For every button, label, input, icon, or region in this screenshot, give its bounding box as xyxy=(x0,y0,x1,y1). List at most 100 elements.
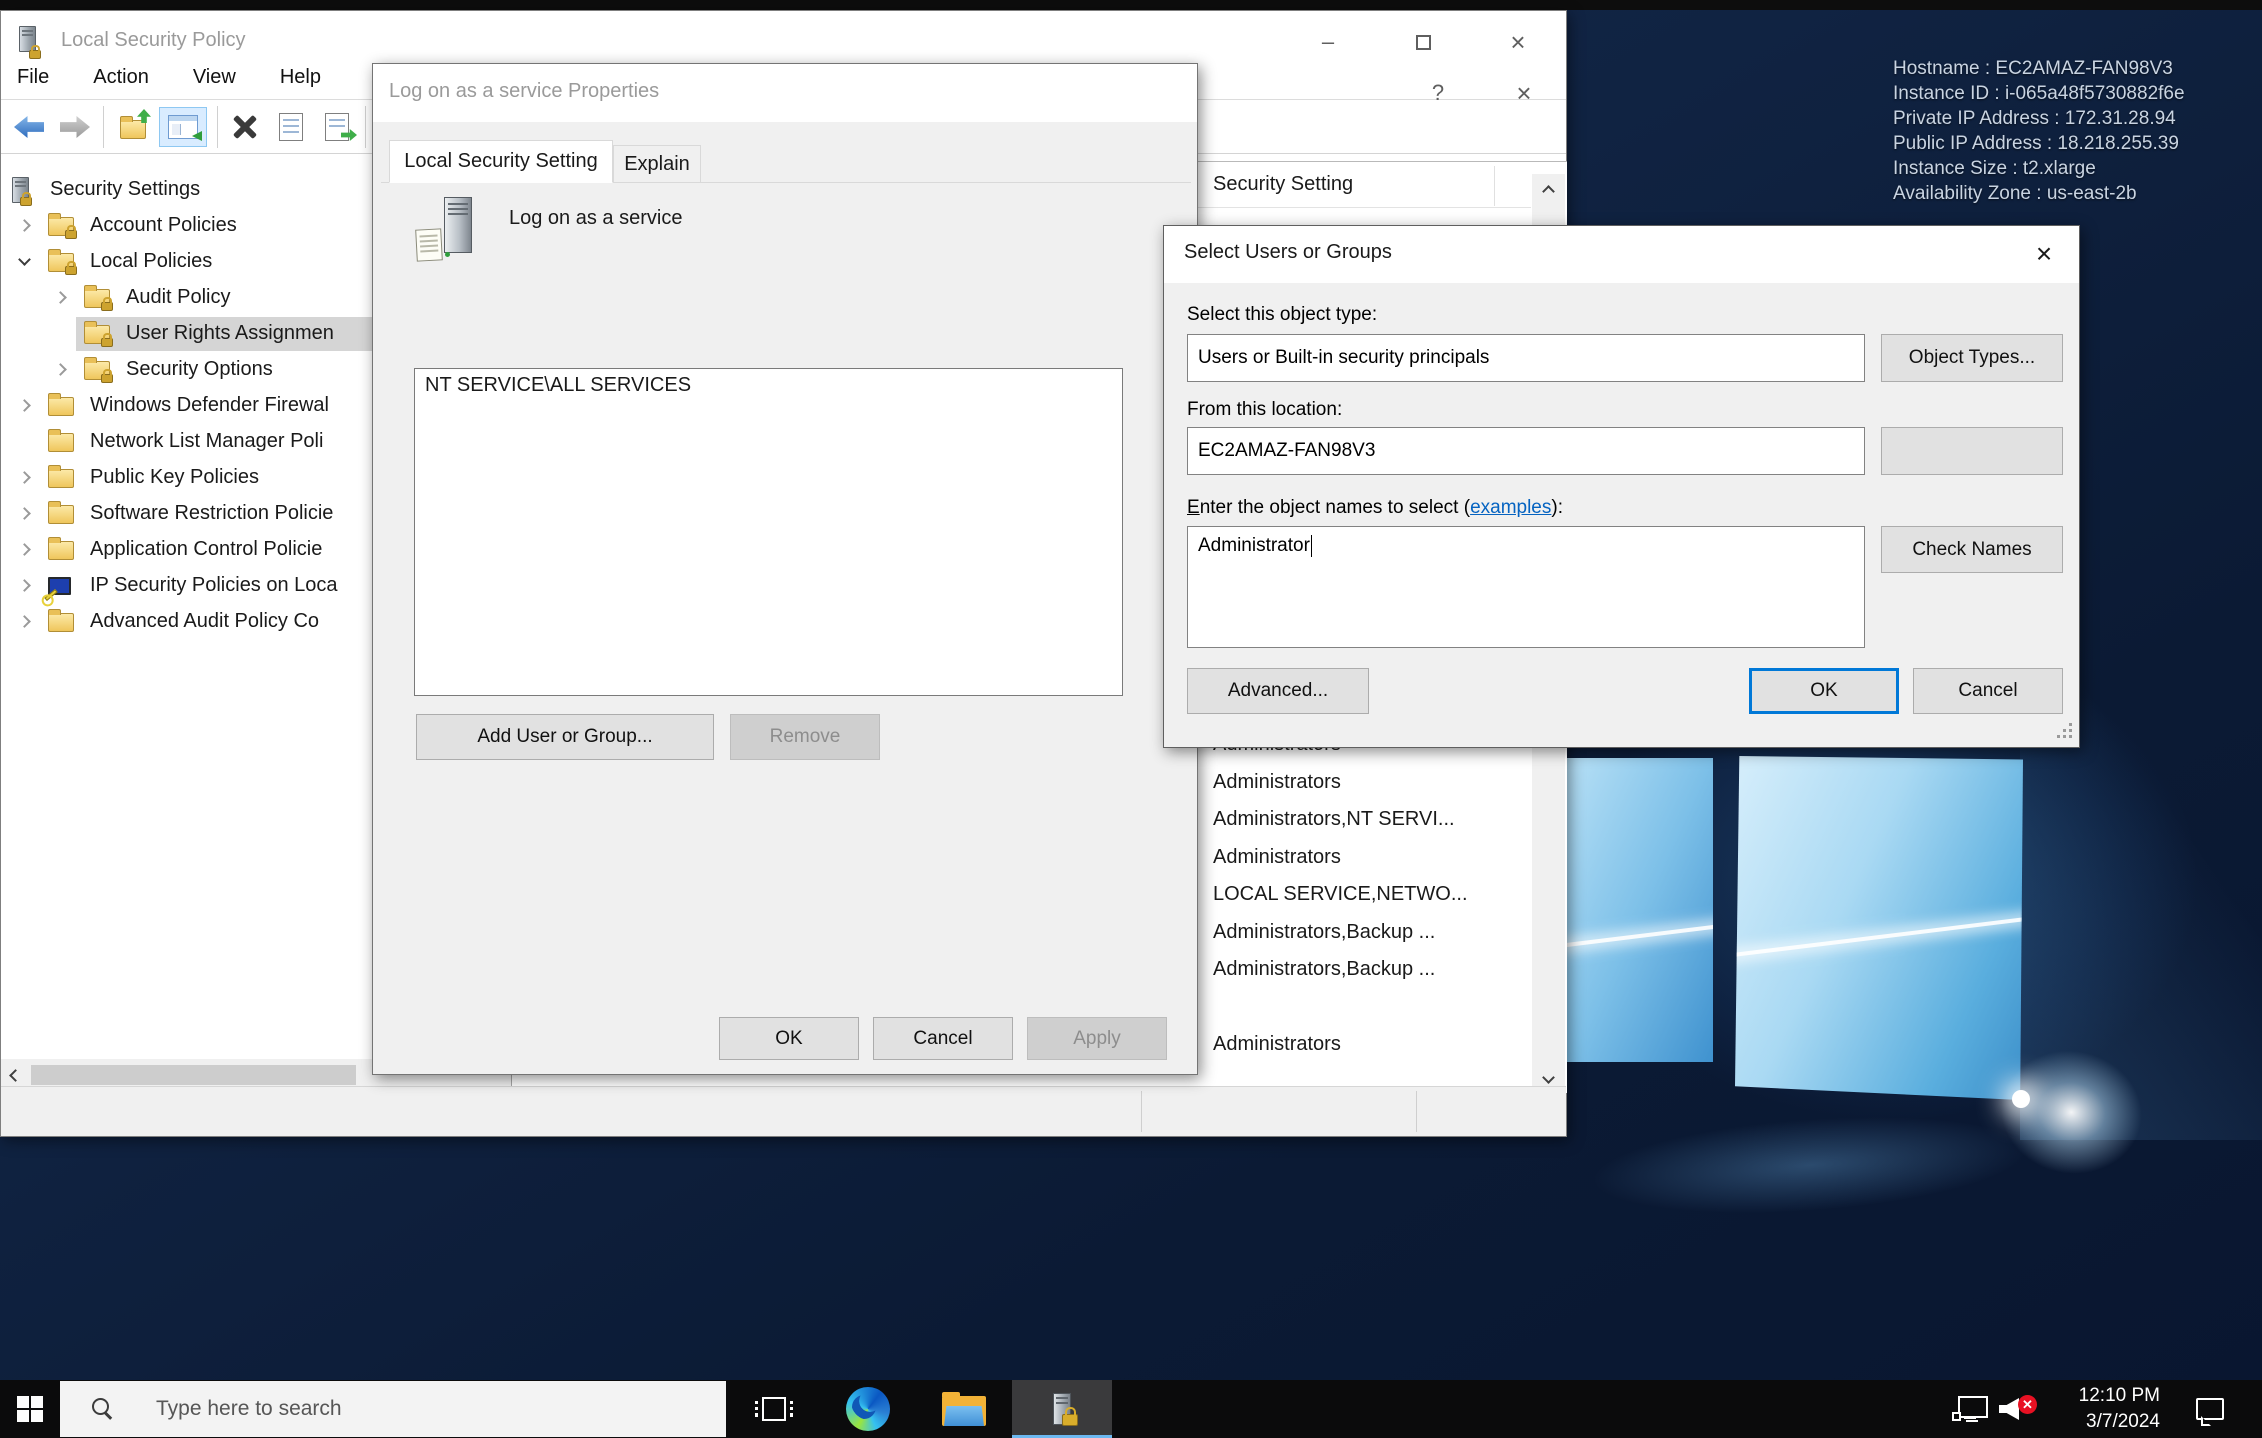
back-arrow-icon xyxy=(14,116,44,138)
clock-time: 12:10 PM xyxy=(2040,1383,2160,1409)
security-policy-icon xyxy=(1053,1393,1071,1425)
taskbar-search-input[interactable]: Type here to search xyxy=(60,1381,726,1437)
close-button[interactable]: × xyxy=(2019,236,2069,272)
scroll-up-button[interactable] xyxy=(1532,174,1565,208)
member-item[interactable]: NT SERVICE\ALL SERVICES xyxy=(425,374,691,397)
tree-item-application-control-policie[interactable]: Application Control Policie xyxy=(2,532,373,568)
task-view-button[interactable] xyxy=(742,1380,806,1438)
chevron-collapsed-icon[interactable] xyxy=(54,363,67,376)
object-type-field[interactable]: Users or Built-in security principals xyxy=(1187,334,1865,382)
list-row[interactable]: Administrators,Backup ... xyxy=(1197,914,1527,951)
network-tray-icon[interactable] xyxy=(1946,1380,1992,1438)
tree-item-account-policies[interactable]: Account Policies xyxy=(2,208,373,244)
local-security-policy-taskbar-button[interactable] xyxy=(1012,1380,1112,1438)
ok-button[interactable]: OK xyxy=(1749,668,1899,714)
chevron-collapsed-icon[interactable] xyxy=(18,579,31,592)
chevron-collapsed-icon[interactable] xyxy=(18,543,31,556)
advanced-button[interactable]: Advanced... xyxy=(1187,668,1369,714)
list-row[interactable]: Administrators,Backup ... xyxy=(1197,951,1527,988)
chevron-collapsed-icon[interactable] xyxy=(54,291,67,304)
cancel-button[interactable]: Cancel xyxy=(1913,668,2063,714)
maximize-button[interactable] xyxy=(1398,24,1448,60)
edge-icon xyxy=(846,1387,890,1431)
forward-button[interactable] xyxy=(55,107,95,147)
resize-grip[interactable] xyxy=(2057,724,2071,738)
dialog-titlebar: Select Users or Groups × xyxy=(1164,226,2079,283)
list-row[interactable]: Administrators xyxy=(1197,764,1527,801)
members-listbox[interactable]: NT SERVICE\ALL SERVICES xyxy=(414,368,1123,696)
policy-value-list: AdministratorsAdministratorsAdministrato… xyxy=(1197,726,1531,1094)
up-one-level-button[interactable] xyxy=(113,107,153,147)
locations-button[interactable] xyxy=(1881,427,2063,475)
object-names-label: Enter the object names to select (exampl… xyxy=(1187,497,1563,519)
scrollbar-thumb[interactable] xyxy=(31,1065,356,1085)
tree-item-audit-policy[interactable]: Audit Policy xyxy=(2,280,373,316)
menu-help[interactable]: Help xyxy=(280,66,321,89)
tree-item-label: IP Security Policies on Loca xyxy=(90,574,338,597)
list-row[interactable]: Administrators,NT SERVI... xyxy=(1197,801,1527,838)
tree-item-security-settings[interactable]: Security Settings xyxy=(2,172,373,208)
chevron-expanded-icon[interactable] xyxy=(18,253,31,266)
add-user-or-group-button[interactable]: Add User or Group... xyxy=(416,714,714,760)
edge-taskbar-button[interactable] xyxy=(838,1380,898,1438)
chevron-collapsed-icon[interactable] xyxy=(18,471,31,484)
location-field[interactable]: EC2AMAZ-FAN98V3 xyxy=(1187,427,1865,475)
tab-explain[interactable]: Explain xyxy=(613,145,701,183)
list-row[interactable]: LOCAL SERVICE,NETWO... xyxy=(1197,876,1527,913)
back-button[interactable] xyxy=(9,107,49,147)
start-button[interactable] xyxy=(0,1380,60,1438)
clock-date: 3/7/2024 xyxy=(2040,1409,2160,1435)
tree-item-ip-security-policies-on-loca[interactable]: IP Security Policies on Loca xyxy=(2,568,373,604)
menu-file[interactable]: File xyxy=(17,66,49,89)
tab-local-security-setting[interactable]: Local Security Setting xyxy=(389,140,613,183)
file-explorer-taskbar-button[interactable] xyxy=(934,1380,994,1438)
folder-icon-locked xyxy=(84,325,110,344)
list-row[interactable]: Administrators xyxy=(1197,1026,1527,1063)
wallpaper-window-pane-left xyxy=(1567,758,1713,1062)
cancel-button[interactable]: Cancel xyxy=(873,1017,1013,1060)
policy-name: Log on as a service xyxy=(509,207,682,230)
action-center-button[interactable] xyxy=(2182,1380,2238,1438)
console-tree-toggle-button[interactable] xyxy=(159,107,207,147)
chevron-collapsed-icon[interactable] xyxy=(18,615,31,628)
examples-link[interactable]: examples xyxy=(1470,497,1551,518)
help-button[interactable]: ? xyxy=(1413,75,1463,111)
chevron-collapsed-icon[interactable] xyxy=(18,399,31,412)
minimize-button[interactable]: – xyxy=(1303,24,1353,60)
tree-item-local-policies[interactable]: Local Policies xyxy=(2,244,373,280)
check-names-button[interactable]: Check Names xyxy=(1881,526,2063,573)
chevron-collapsed-icon[interactable] xyxy=(18,507,31,520)
search-placeholder: Type here to search xyxy=(156,1397,342,1421)
folder-icon xyxy=(48,433,74,452)
tree-item-user-rights-assignmen[interactable]: User Rights Assignmen xyxy=(2,316,373,352)
toolbar-separator xyxy=(217,106,218,148)
instance-info: Hostname : EC2AMAZ-FAN98V3Instance ID : … xyxy=(1893,56,2185,206)
tree-item-advanced-audit-policy-co[interactable]: Advanced Audit Policy Co xyxy=(2,604,373,640)
properties-button[interactable] xyxy=(271,107,311,147)
taskbar-clock[interactable]: 12:10 PM 3/7/2024 xyxy=(2040,1383,2160,1435)
chevron-collapsed-icon[interactable] xyxy=(18,219,31,232)
tree-item-public-key-policies[interactable]: Public Key Policies xyxy=(2,460,373,496)
object-names-input[interactable]: Administrator xyxy=(1187,526,1865,648)
delete-button[interactable] xyxy=(225,107,265,147)
object-types-button[interactable]: Object Types... xyxy=(1881,334,2063,382)
folder-icon xyxy=(48,541,74,560)
menu-action[interactable]: Action xyxy=(93,66,149,89)
close-button[interactable]: × xyxy=(1493,24,1543,60)
export-list-button[interactable] xyxy=(317,107,357,147)
toolbar-separator xyxy=(365,106,366,148)
tree-item-label: Windows Defender Firewal xyxy=(90,394,329,417)
column-header-security-setting[interactable]: Security Setting xyxy=(1197,162,1531,208)
close-button[interactable]: × xyxy=(1499,75,1549,111)
column-divider[interactable] xyxy=(1494,166,1495,206)
tree-item-security-options[interactable]: Security Options xyxy=(2,352,373,388)
volume-tray-icon[interactable]: ✕ xyxy=(1994,1380,2042,1438)
tree-item-windows-defender-firewal[interactable]: Windows Defender Firewal xyxy=(2,388,373,424)
tree-item-label: Audit Policy xyxy=(126,286,231,309)
tree-item-network-list-manager-poli[interactable]: Network List Manager Poli xyxy=(2,424,373,460)
menu-view[interactable]: View xyxy=(193,66,236,89)
tree-item-software-restriction-policie[interactable]: Software Restriction Policie xyxy=(2,496,373,532)
ok-button[interactable]: OK xyxy=(719,1017,859,1060)
list-row[interactable]: Administrators xyxy=(1197,839,1527,876)
properties-list-icon xyxy=(279,113,303,141)
